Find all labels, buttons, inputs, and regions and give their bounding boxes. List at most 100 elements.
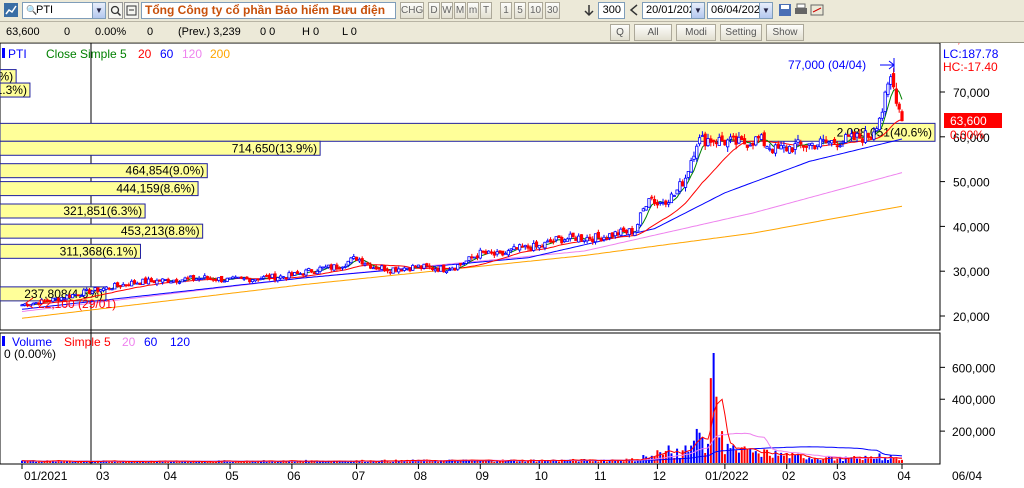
save-icon[interactable]	[778, 3, 792, 18]
chart-app-icon[interactable]	[3, 2, 19, 18]
candle-body-247	[714, 142, 719, 145]
bar-count-input[interactable]: 300	[598, 2, 625, 19]
candle-body-266	[768, 148, 772, 151]
volume-profile-label-1: 67,605(1.3%)	[0, 83, 27, 97]
volume-bar-251	[726, 443, 729, 463]
volume-bar-100	[302, 462, 305, 463]
date-to-input[interactable]: 06/04/202 ▼	[707, 2, 773, 19]
calendar-icon[interactable]	[627, 2, 641, 19]
candle-body-105	[315, 270, 319, 275]
price-volume-chart[interactable]: 38,127(0.7%)67,605(1.3%)2,088,051(40.6%)…	[0, 34, 1024, 488]
settings-icon[interactable]	[810, 3, 824, 18]
candle-body-26	[93, 287, 97, 291]
period-button-10[interactable]: 10	[528, 2, 543, 19]
volume-bar-266	[768, 455, 771, 463]
candle-body-273	[787, 145, 792, 154]
candle-body-30	[104, 286, 108, 290]
candle-body-221	[641, 208, 645, 212]
date-from-input[interactable]: 20/01/202 ▼	[642, 2, 705, 19]
candle-body-5	[34, 302, 38, 304]
candle-body-219	[636, 224, 640, 232]
setting-button[interactable]: Setting	[720, 24, 762, 41]
volume-bar-277	[799, 454, 802, 463]
volume-bar-235	[681, 450, 684, 463]
candle-body-198	[577, 235, 581, 243]
volume-bar-83	[254, 461, 257, 463]
volume-bar-287	[827, 456, 830, 463]
volume-bar-37	[125, 462, 128, 463]
candle-body-309	[889, 76, 893, 85]
chevron-down-icon[interactable]: ▼	[691, 3, 704, 18]
period-button-T[interactable]: T	[480, 2, 492, 19]
q-button[interactable]: Q	[610, 24, 630, 41]
candle-body-242	[700, 135, 704, 137]
volume-bar-215	[625, 458, 628, 463]
period-button-D[interactable]: D	[428, 2, 440, 19]
legend-volume-item-3: 60	[144, 335, 158, 349]
candle-body-299	[861, 138, 865, 143]
volume-bar-250	[723, 454, 726, 463]
search-icon[interactable]	[108, 2, 123, 19]
candle-body-108	[324, 266, 328, 269]
volume-bar-278	[802, 458, 805, 463]
candle-body-116	[346, 260, 350, 266]
chevron-down-icon[interactable]: ▼	[759, 3, 772, 18]
candle-body-189	[551, 240, 555, 243]
show-button[interactable]: Show	[766, 24, 804, 41]
candle-body-182	[532, 242, 536, 251]
volume-bar-306	[881, 460, 884, 463]
candle-body-282	[813, 145, 817, 150]
volume-bar-285	[822, 459, 825, 463]
compare-icon[interactable]	[124, 2, 139, 19]
period-button-5[interactable]: 5	[514, 2, 526, 19]
volume-bar-289	[833, 460, 836, 463]
symbol-input[interactable]: 🔍PTI ▼	[22, 2, 106, 19]
candle-body-253	[731, 135, 735, 138]
price-change: 0	[64, 26, 71, 38]
show-label: Show	[772, 27, 798, 38]
volume-profile-label-3: 714,650(13.9%)	[232, 141, 317, 155]
candle-body-281	[810, 142, 814, 146]
candle-body-31	[107, 287, 111, 290]
candle-body-195	[568, 233, 572, 239]
candle-body-97	[293, 272, 297, 276]
candle-body-236	[683, 177, 688, 188]
x-axis-label-14: 04	[897, 469, 911, 483]
volume-bar-245	[709, 378, 712, 463]
print-icon[interactable]	[794, 3, 808, 18]
volume-bar-208	[605, 461, 608, 463]
volume-axis-label-1: 400,000	[952, 393, 996, 407]
candle-body-151	[444, 270, 449, 274]
volume-profile-bar-2	[0, 122, 936, 142]
candle-body-171	[501, 250, 505, 256]
chevron-down-icon[interactable]: ▼	[92, 3, 105, 18]
all-button[interactable]: All	[634, 24, 672, 41]
period-button-30[interactable]: 30	[545, 2, 560, 19]
volume-profile-label-4: 464,854(9.0%)	[126, 164, 205, 178]
arrow-down-icon[interactable]	[580, 2, 598, 19]
volume-bar-7	[40, 461, 43, 463]
chg-button[interactable]: CHG	[400, 2, 424, 19]
candle-body-152	[447, 269, 451, 272]
candle-body-126	[374, 266, 378, 270]
volume-bar-276	[796, 453, 799, 463]
period-button-m[interactable]: m	[467, 2, 479, 19]
candle-body-268	[773, 144, 778, 154]
candle-body-106	[318, 266, 322, 272]
chart-area[interactable]: 38,127(0.7%)67,605(1.3%)2,088,051(40.6%)…	[0, 34, 1024, 488]
volume-bar-12	[54, 461, 57, 463]
price-axis-label-3: 50,000	[953, 176, 990, 190]
period-button-1[interactable]: 1	[500, 2, 512, 19]
candle-body-112	[335, 264, 339, 270]
candle-body-244	[706, 138, 710, 147]
volume-bar-211	[614, 460, 617, 463]
period-button-W[interactable]: W	[441, 2, 453, 19]
candle-body-118	[352, 256, 356, 259]
candle-body-262	[757, 136, 761, 139]
last-change-tag-label: 0.00%	[950, 128, 984, 142]
candle-body-270	[779, 144, 783, 150]
modi-button[interactable]: Modi	[676, 24, 716, 41]
candle-body-40	[132, 280, 137, 284]
candle-body-297	[855, 133, 859, 138]
period-button-M[interactable]: M	[454, 2, 466, 19]
